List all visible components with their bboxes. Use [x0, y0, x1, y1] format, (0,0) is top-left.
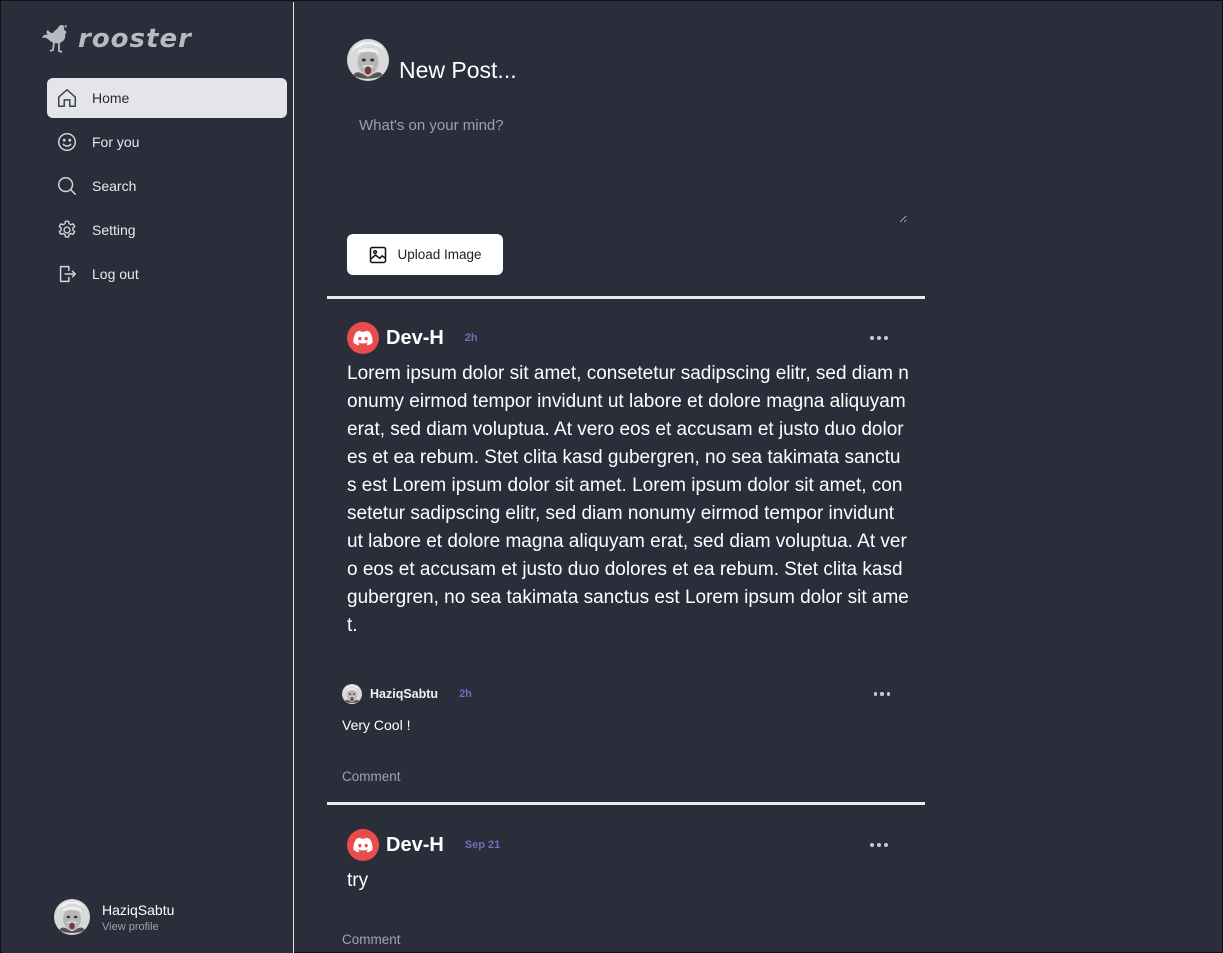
more-options-icon[interactable]: [866, 837, 892, 853]
comment-header: HaziqSabtu 2h: [342, 684, 894, 704]
logo-text: rooster: [78, 24, 192, 54]
upload-image-button[interactable]: Upload Image: [347, 234, 503, 275]
sidebar-item-for-you[interactable]: For you: [47, 122, 287, 162]
view-profile-link[interactable]: View profile: [102, 921, 174, 933]
sidebar-item-label: Setting: [92, 222, 136, 238]
discord-icon: [353, 330, 373, 346]
post-body: Lorem ipsum dolor sit amet, consetetur s…: [347, 363, 909, 636]
post-body: try: [347, 870, 369, 891]
avatar[interactable]: [347, 322, 379, 354]
sidebar-item-label: Search: [92, 178, 137, 194]
comment-button[interactable]: Comment: [342, 932, 401, 947]
sidebar-item-label: Home: [92, 90, 130, 106]
avatar: [347, 39, 389, 81]
sidebar: rooster Home For you Search Setting Log …: [2, 2, 294, 953]
search-icon: [58, 177, 76, 195]
upload-image-label: Upload Image: [397, 247, 482, 262]
sidebar-item-label: Log out: [92, 266, 139, 282]
smiley-icon: [58, 133, 76, 151]
logout-icon: [59, 265, 76, 283]
more-options-icon[interactable]: [866, 330, 892, 346]
comment-timestamp: 2h: [459, 688, 472, 700]
post-header: Dev-H Sep 21: [347, 829, 892, 861]
profile-name: HaziqSabtu: [102, 901, 175, 918]
logo[interactable]: rooster: [40, 22, 192, 56]
rooster-logo-icon: [42, 24, 67, 53]
feed: New Post... Upload Image: [327, 2, 925, 953]
sidebar-item-label: For you: [92, 134, 140, 150]
comment-text: Very Cool !: [342, 717, 411, 733]
sidebar-item-setting[interactable]: Setting: [47, 210, 287, 250]
sidebar-item-home[interactable]: Home: [47, 78, 287, 118]
more-options-icon[interactable]: [870, 686, 895, 702]
comment-button[interactable]: Comment: [342, 769, 401, 784]
gear-icon: [58, 220, 76, 238]
post-author[interactable]: Dev-H: [386, 327, 444, 350]
avatar: [54, 899, 90, 935]
discord-icon: [353, 837, 373, 853]
avatar[interactable]: [347, 829, 379, 861]
comment-author[interactable]: HaziqSabtu: [370, 687, 438, 701]
home-icon: [58, 89, 76, 107]
profile-card[interactable]: HaziqSabtu View profile: [54, 899, 174, 935]
post-author[interactable]: Dev-H: [386, 834, 444, 857]
app-frame: rooster Home For you Search Setting Log …: [0, 0, 1223, 953]
composer-header: New Post...: [347, 35, 517, 84]
divider: [327, 802, 925, 805]
post-header: Dev-H 2h: [347, 322, 892, 354]
sidebar-item-search[interactable]: Search: [47, 166, 287, 206]
avatar: [342, 684, 362, 704]
sidebar-nav: Home For you Search Setting Log out: [47, 78, 287, 298]
composer-title: New Post...: [399, 57, 517, 83]
post-timestamp: Sep 21: [464, 839, 501, 851]
divider: [327, 296, 925, 299]
sidebar-item-log-out[interactable]: Log out: [47, 254, 287, 294]
post-timestamp: 2h: [464, 332, 478, 344]
image-icon: [370, 246, 387, 263]
post-input[interactable]: [347, 105, 907, 223]
